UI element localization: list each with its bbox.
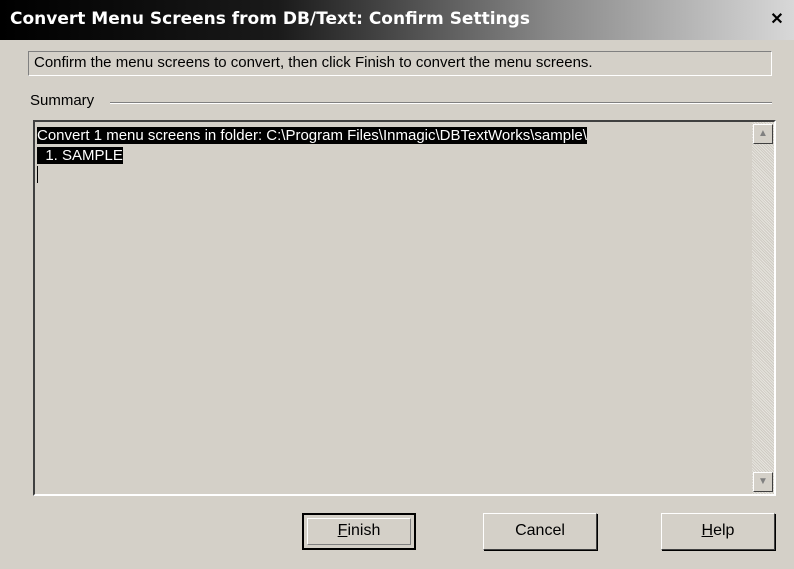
scroll-down-icon[interactable]: ▼ <box>753 472 773 492</box>
summary-label: Summary <box>30 92 101 109</box>
scroll-up-icon[interactable]: ▲ <box>753 124 773 144</box>
instruction-text: Confirm the menu screens to convert, the… <box>28 51 772 76</box>
close-icon[interactable]: ✕ <box>768 11 786 29</box>
finish-button[interactable]: Finish <box>302 513 416 550</box>
summary-textbox[interactable]: Convert 1 menu screens in folder: C:\Pro… <box>33 120 776 496</box>
summary-line-item: 1. SAMPLE <box>37 147 123 164</box>
dialog-window: Convert Menu Screens from DB/Text: Confi… <box>0 0 794 569</box>
text-caret <box>37 166 38 183</box>
summary-content[interactable]: Convert 1 menu screens in folder: C:\Pro… <box>37 126 742 486</box>
finish-focus-frame <box>307 518 411 545</box>
window-title: Convert Menu Screens from DB/Text: Confi… <box>10 9 530 29</box>
vertical-scrollbar[interactable]: ▲ ▼ <box>752 122 774 494</box>
cancel-button[interactable]: Cancel <box>483 513 597 550</box>
summary-divider <box>110 102 772 104</box>
summary-line-folder: Convert 1 menu screens in folder: C:\Pro… <box>37 127 587 144</box>
help-mnemonic: H <box>701 522 714 539</box>
help-label-rest: elp <box>713 522 735 539</box>
help-button[interactable]: Help <box>661 513 775 550</box>
title-bar[interactable]: Convert Menu Screens from DB/Text: Confi… <box>0 0 794 40</box>
